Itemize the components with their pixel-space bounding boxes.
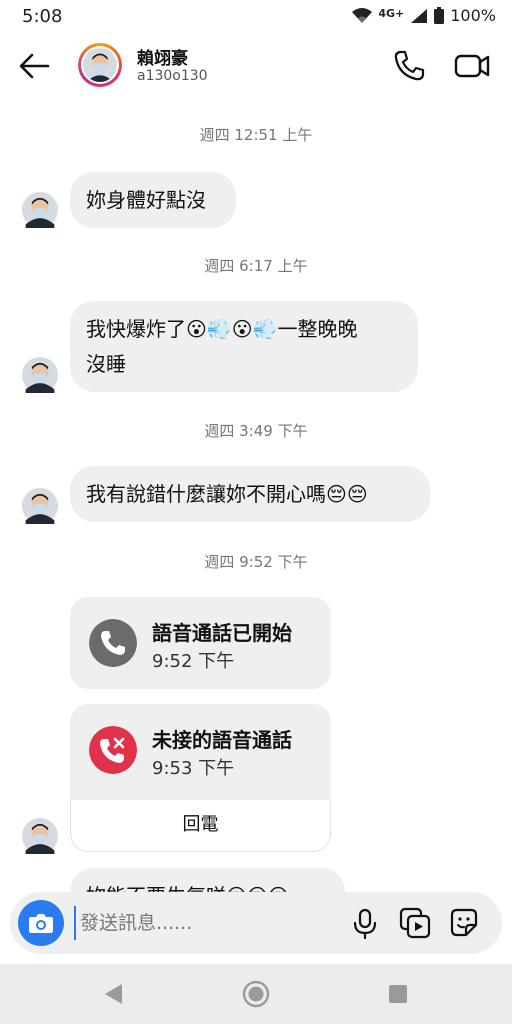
battery-icon bbox=[434, 7, 445, 24]
phone-icon bbox=[89, 619, 137, 667]
wifi-icon bbox=[352, 7, 373, 23]
timestamp: 週四 6:17 上午 bbox=[204, 257, 308, 275]
phone-call-icon[interactable] bbox=[391, 48, 427, 84]
call-time: 9:52 下午 bbox=[152, 651, 235, 672]
missed-call-icon bbox=[89, 726, 137, 774]
message-input[interactable] bbox=[74, 906, 334, 940]
microphone-icon[interactable] bbox=[348, 906, 382, 940]
message-bubble[interactable]: 我快爆炸了😮💨😮💨一整晚晚 沒睡 bbox=[70, 301, 418, 392]
gallery-icon[interactable] bbox=[398, 906, 432, 940]
contact-name[interactable]: 賴翊豪 bbox=[137, 44, 188, 69]
missed-call-card[interactable]: 未接的語音通話 9:53 下午 回電 bbox=[70, 704, 331, 852]
video-call-icon[interactable] bbox=[452, 48, 492, 84]
network-type: 4G+ bbox=[378, 7, 405, 20]
back-arrow-icon[interactable] bbox=[14, 48, 54, 84]
sender-avatar[interactable] bbox=[22, 818, 58, 854]
timestamp: 週四 3:49 下午 bbox=[204, 422, 308, 440]
status-icons: 4G+ 100% bbox=[352, 6, 496, 25]
nav-home-icon[interactable] bbox=[241, 979, 271, 1009]
signal-icon bbox=[411, 8, 428, 23]
call-started-card[interactable]: 語音通話已開始 9:52 下午 bbox=[70, 597, 331, 689]
call-time: 9:53 下午 bbox=[152, 758, 235, 779]
message-line: 我快爆炸了😮💨😮💨一整晚晚 bbox=[86, 317, 358, 341]
call-title: 語音通話已開始 bbox=[152, 621, 292, 645]
message-bubble[interactable]: 我有說錯什麼讓妳不開心嗎😔😔 bbox=[70, 466, 430, 522]
system-nav-bar bbox=[0, 964, 512, 1024]
nav-recents-icon[interactable] bbox=[383, 979, 413, 1009]
sender-avatar[interactable] bbox=[22, 192, 58, 228]
chat-header: 賴翊豪 a130o130 bbox=[0, 34, 512, 98]
message-bubble[interactable]: 妳身體好點沒 bbox=[70, 172, 236, 228]
message-line: 沒睡 bbox=[86, 352, 126, 376]
message-composer bbox=[10, 892, 502, 954]
status-time: 5:08 bbox=[22, 6, 63, 27]
camera-button[interactable] bbox=[18, 900, 64, 946]
call-title: 未接的語音通話 bbox=[152, 728, 292, 752]
call-back-button[interactable]: 回電 bbox=[70, 800, 331, 852]
contact-username[interactable]: a130o130 bbox=[137, 68, 208, 84]
timestamp: 週四 9:52 下午 bbox=[204, 553, 308, 571]
sender-avatar[interactable] bbox=[22, 357, 58, 393]
status-bar: 5:08 4G+ 100% bbox=[0, 0, 512, 34]
battery-level: 100% bbox=[450, 6, 496, 25]
nav-back-icon[interactable] bbox=[99, 979, 129, 1009]
sticker-icon[interactable] bbox=[447, 906, 481, 940]
header-avatar[interactable] bbox=[78, 43, 122, 87]
sender-avatar[interactable] bbox=[22, 488, 58, 524]
timestamp: 週四 12:51 上午 bbox=[199, 126, 313, 144]
avatar-face-icon bbox=[83, 48, 117, 82]
camera-icon bbox=[29, 914, 53, 933]
